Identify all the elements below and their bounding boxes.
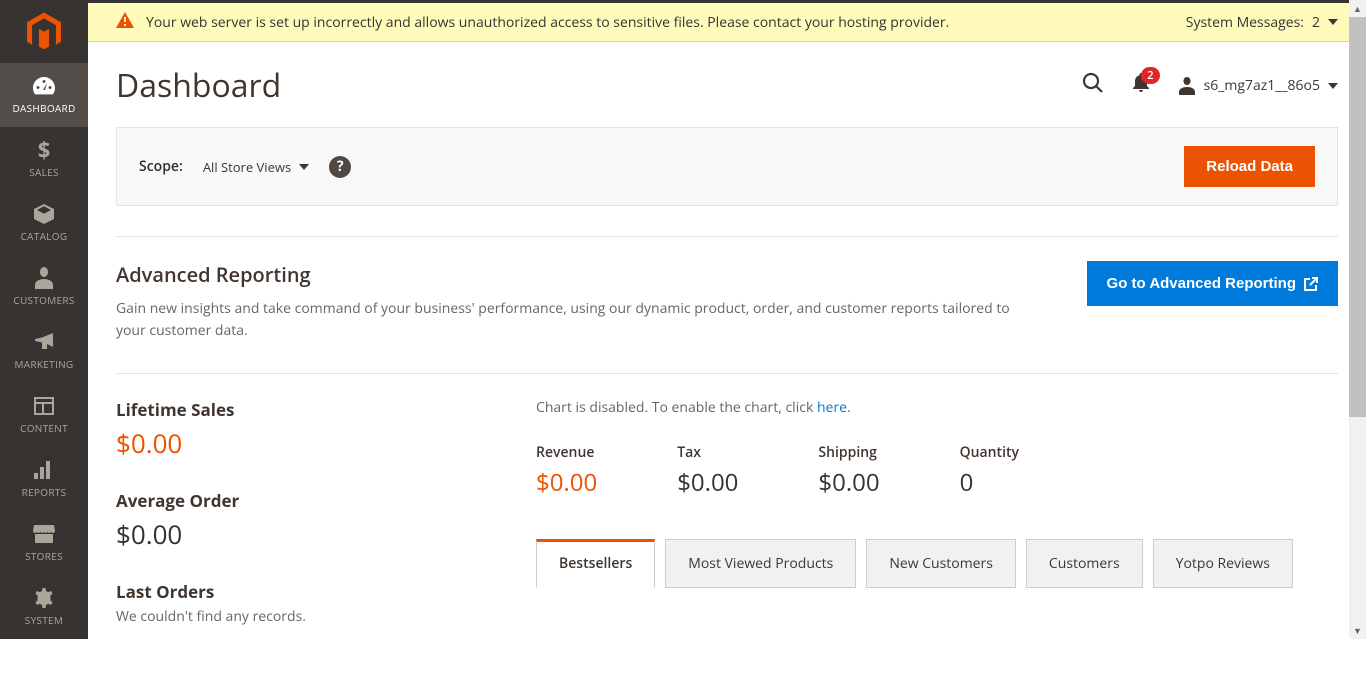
tab-yotpo-reviews[interactable]: Yotpo Reviews bbox=[1153, 539, 1293, 588]
enable-chart-link[interactable]: here bbox=[817, 398, 847, 417]
stat-title: Lifetime Sales bbox=[116, 398, 476, 421]
sidebar-item-customers[interactable]: CUSTOMERS bbox=[0, 255, 88, 319]
chart-disabled-prefix: Chart is disabled. To enable the chart, … bbox=[536, 398, 817, 417]
page-header: Dashboard 2 s6_mg7az1__86o5 bbox=[88, 42, 1366, 117]
metric-tax: Tax $0.00 bbox=[677, 443, 738, 499]
chevron-down-icon bbox=[1328, 83, 1338, 89]
sidebar-item-content[interactable]: CONTENT bbox=[0, 383, 88, 447]
sidebar: DASHBOARD $ SALES CATALOG CUSTOMERS MARK… bbox=[0, 0, 88, 639]
metric-label: Quantity bbox=[960, 443, 1019, 462]
person-icon bbox=[35, 265, 53, 291]
metric-quantity: Quantity 0 bbox=[960, 443, 1019, 499]
search-icon bbox=[1082, 72, 1104, 94]
vertical-scrollbar[interactable]: ▲ ▼ bbox=[1349, 0, 1366, 639]
user-menu[interactable]: s6_mg7az1__86o5 bbox=[1178, 76, 1338, 95]
sidebar-item-reports[interactable]: REPORTS bbox=[0, 447, 88, 511]
metric-value: 0 bbox=[960, 466, 1019, 499]
metric-label: Tax bbox=[677, 443, 738, 462]
sidebar-item-label: STORES bbox=[25, 549, 63, 563]
chevron-down-icon bbox=[1328, 19, 1338, 25]
search-button[interactable] bbox=[1082, 72, 1104, 99]
metric-revenue: Revenue $0.00 bbox=[536, 443, 597, 499]
system-message-bar: Your web server is set up incorrectly an… bbox=[88, 0, 1366, 42]
metric-label: Shipping bbox=[818, 443, 879, 462]
go-to-advanced-reporting-button[interactable]: Go to Advanced Reporting bbox=[1087, 261, 1338, 306]
sidebar-item-label: CUSTOMERS bbox=[13, 293, 74, 307]
scope-label: Scope: bbox=[139, 157, 183, 176]
tab-customers[interactable]: Customers bbox=[1026, 539, 1143, 588]
sidebar-item-system[interactable]: SYSTEM bbox=[0, 575, 88, 639]
button-label: Go to Advanced Reporting bbox=[1107, 275, 1296, 292]
reload-data-button[interactable]: Reload Data bbox=[1184, 146, 1315, 187]
stat-title: Last Orders bbox=[116, 580, 476, 603]
last-orders-stat: Last Orders We couldn't find any records… bbox=[116, 580, 476, 626]
cube-icon bbox=[33, 201, 55, 227]
stat-value: $0.00 bbox=[116, 425, 476, 461]
sidebar-item-label: CONTENT bbox=[20, 421, 68, 435]
system-messages-toggle[interactable]: System Messages: 2 bbox=[1186, 13, 1338, 32]
sidebar-item-label: DASHBOARD bbox=[12, 101, 75, 115]
chevron-down-icon bbox=[299, 164, 309, 170]
system-message-text: Your web server is set up incorrectly an… bbox=[146, 13, 949, 32]
system-messages-count: 2 bbox=[1312, 13, 1320, 32]
advanced-reporting-section: Advanced Reporting Gain new insights and… bbox=[116, 261, 1338, 343]
metric-value: $0.00 bbox=[818, 466, 879, 499]
gear-icon bbox=[34, 585, 54, 611]
tabs: Bestsellers Most Viewed Products New Cus… bbox=[536, 539, 1338, 588]
scope-bar: Scope: All Store Views ? Reload Data bbox=[116, 127, 1338, 206]
scope-selector[interactable]: All Store Views bbox=[203, 158, 309, 176]
external-link-icon bbox=[1304, 277, 1318, 291]
lifetime-sales-stat: Lifetime Sales $0.00 bbox=[116, 398, 476, 461]
sidebar-item-label: SALES bbox=[29, 165, 59, 179]
tab-bestsellers[interactable]: Bestsellers bbox=[536, 539, 655, 588]
metrics-row: Revenue $0.00 Tax $0.00 Shipping $0.00 Q… bbox=[536, 443, 1338, 499]
stat-value: $0.00 bbox=[116, 516, 476, 552]
sidebar-item-label: MARKETING bbox=[15, 357, 74, 371]
stat-title: Average Order bbox=[116, 489, 476, 512]
sidebar-item-label: REPORTS bbox=[22, 485, 67, 499]
layout-icon bbox=[34, 393, 54, 419]
sidebar-item-marketing[interactable]: MARKETING bbox=[0, 319, 88, 383]
store-icon bbox=[33, 521, 55, 547]
advanced-reporting-title: Advanced Reporting bbox=[116, 261, 1016, 288]
magento-logo-icon bbox=[27, 12, 61, 52]
scroll-down-arrow[interactable]: ▼ bbox=[1349, 622, 1366, 639]
bullhorn-icon bbox=[33, 329, 55, 355]
metric-value: $0.00 bbox=[677, 466, 738, 499]
metric-value: $0.00 bbox=[536, 466, 597, 499]
tab-most-viewed[interactable]: Most Viewed Products bbox=[665, 539, 856, 588]
scrollbar-thumb[interactable] bbox=[1349, 17, 1366, 417]
metric-shipping: Shipping $0.00 bbox=[818, 443, 879, 499]
sidebar-item-stores[interactable]: STORES bbox=[0, 511, 88, 575]
scroll-up-arrow[interactable]: ▲ bbox=[1349, 0, 1366, 17]
advanced-reporting-description: Gain new insights and take command of yo… bbox=[116, 298, 1016, 343]
notifications-button[interactable]: 2 bbox=[1132, 73, 1150, 98]
user-icon bbox=[1178, 77, 1196, 95]
scope-selected: All Store Views bbox=[203, 158, 291, 176]
metric-label: Revenue bbox=[536, 443, 597, 462]
system-messages-label: System Messages: bbox=[1186, 13, 1304, 32]
last-orders-empty: We couldn't find any records. bbox=[116, 607, 476, 626]
divider bbox=[116, 373, 1338, 374]
warning-icon bbox=[116, 11, 134, 33]
sidebar-item-label: CATALOG bbox=[21, 229, 68, 243]
chart-disabled-message: Chart is disabled. To enable the chart, … bbox=[536, 398, 1338, 417]
help-button[interactable]: ? bbox=[329, 156, 351, 178]
magento-logo[interactable] bbox=[0, 0, 88, 63]
sidebar-item-label: SYSTEM bbox=[25, 613, 63, 627]
dashboard-icon bbox=[33, 73, 55, 99]
sidebar-item-sales[interactable]: $ SALES bbox=[0, 127, 88, 191]
page-title: Dashboard bbox=[116, 64, 281, 107]
username: s6_mg7az1__86o5 bbox=[1204, 76, 1320, 95]
sidebar-item-dashboard[interactable]: DASHBOARD bbox=[0, 63, 88, 127]
notification-badge: 2 bbox=[1141, 67, 1159, 84]
average-order-stat: Average Order $0.00 bbox=[116, 489, 476, 552]
dollar-icon: $ bbox=[38, 137, 51, 163]
tab-new-customers[interactable]: New Customers bbox=[866, 539, 1016, 588]
divider bbox=[116, 236, 1338, 237]
sidebar-item-catalog[interactable]: CATALOG bbox=[0, 191, 88, 255]
bars-icon bbox=[34, 457, 54, 483]
main-content: Your web server is set up incorrectly an… bbox=[88, 0, 1366, 694]
dashboard-grid: Lifetime Sales $0.00 Average Order $0.00… bbox=[116, 398, 1338, 654]
